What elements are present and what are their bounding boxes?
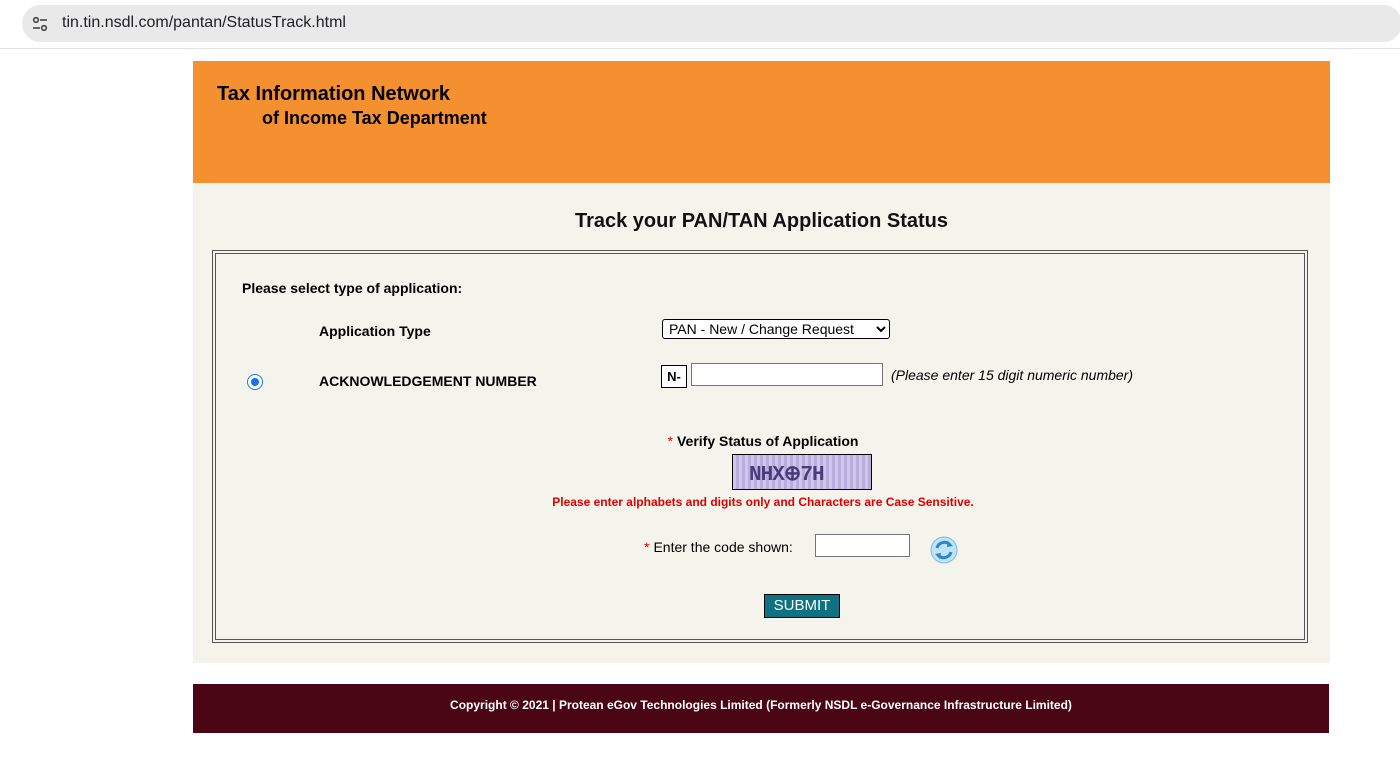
application-type-select[interactable]: PAN - New / Change Request [662, 319, 890, 339]
url-text[interactable]: tin.tin.nsdl.com/pantan/StatusTrack.html [62, 14, 346, 32]
required-marker: * [667, 433, 673, 449]
tune-icon[interactable] [30, 14, 50, 34]
page-title: Track your PAN/TAN Application Status [574, 210, 949, 232]
acknowledgement-input[interactable] [691, 363, 883, 386]
select-type-label: Please select type of application: [242, 280, 463, 296]
status-form: Please select type of application: Appli… [212, 250, 1308, 643]
site-footer: Copyright © 2021 | Protean eGov Technolo… [193, 684, 1329, 733]
code-label: * Enter the code shown: [644, 539, 793, 555]
verify-heading: * Verify Status of Application [216, 433, 1310, 449]
captcha-text: NHX⊕7H [749, 464, 825, 487]
browser-address-bar: tin.tin.nsdl.com/pantan/StatusTrack.html [0, 0, 1400, 49]
submit-button[interactable]: SUBMIT [764, 594, 840, 618]
main-content: Track your PAN/TAN Application Status Pl… [193, 183, 1330, 663]
application-type-label: Application Type [319, 323, 431, 339]
required-marker: * [644, 539, 650, 555]
captcha-image: NHX⊕7H [732, 454, 872, 490]
site-header: Tax Information Network of Income Tax De… [193, 61, 1330, 183]
acknowledgement-radio[interactable] [247, 374, 263, 390]
acknowledgement-hint: (Please enter 15 digit numeric number) [891, 367, 1134, 383]
acknowledgement-prefix: N- [661, 365, 687, 388]
captcha-code-input[interactable] [815, 534, 910, 557]
copyright-text: Copyright © 2021 | Protean eGov Technolo… [450, 698, 1072, 712]
form-inner-border: Please select type of application: Appli… [215, 253, 1305, 640]
refresh-icon[interactable] [929, 535, 959, 565]
url-field[interactable]: tin.tin.nsdl.com/pantan/StatusTrack.html [22, 5, 1400, 42]
org-subtitle: of Income Tax Department [262, 108, 487, 128]
case-sensitive-note: Please enter alphabets and digits only a… [552, 495, 974, 509]
acknowledgement-label: ACKNOWLEDGEMENT NUMBER [319, 373, 537, 389]
verify-label: Verify Status of Application [676, 433, 859, 449]
org-title: Tax Information Network [217, 83, 450, 105]
code-label-text: Enter the code shown: [653, 539, 793, 555]
